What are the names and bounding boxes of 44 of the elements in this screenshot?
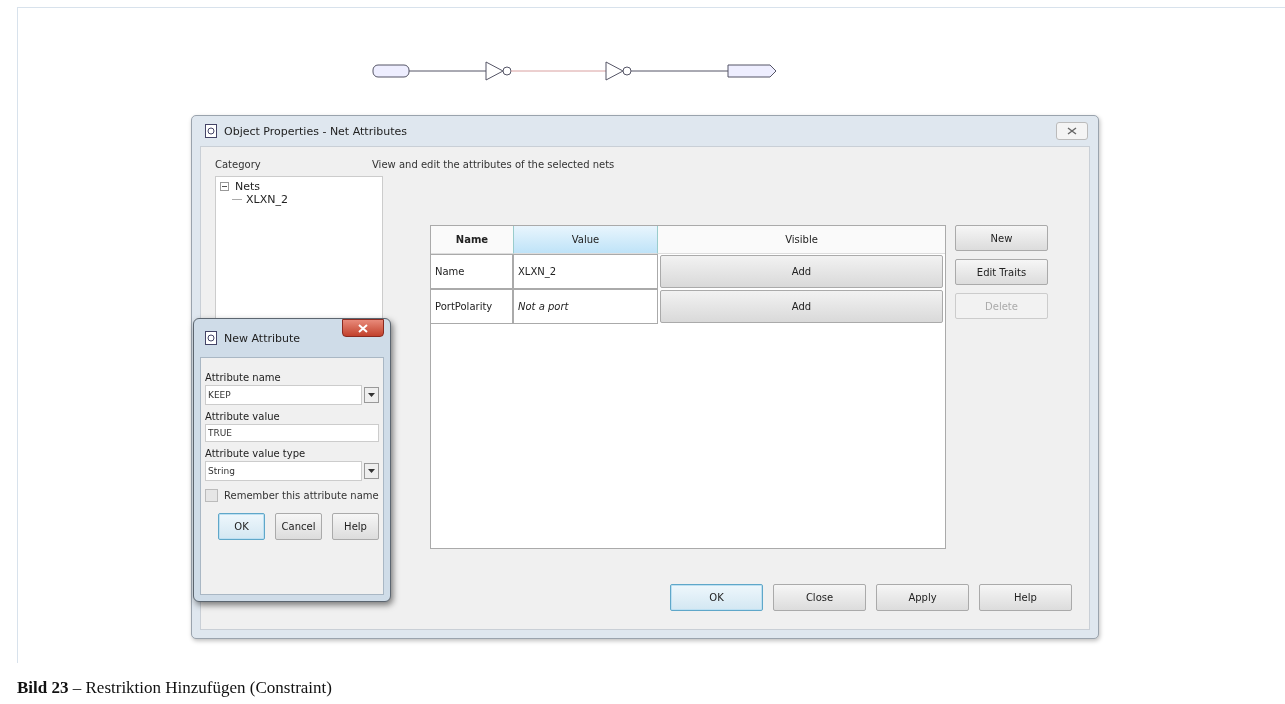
dialog-button[interactable]: Help [332,513,379,540]
add-button[interactable]: Add [660,255,943,288]
window-title: Object Properties - Net Attributes [224,124,407,138]
checkbox[interactable] [205,489,218,502]
checkbox-label[interactable]: Remember this attribute name [224,490,379,501]
tree-item[interactable]: XLXN_2 [246,193,288,206]
caret-icon [368,393,375,397]
tree-item[interactable]: Nets [235,180,261,193]
close-button[interactable] [342,319,384,337]
field-label: Attribute name [205,372,282,383]
field-label: Attribute value [205,411,281,422]
description-text: View and edit the attributes of the selected nets [372,159,615,170]
input-field[interactable]: TRUE [205,424,379,442]
dialog-button[interactable]: Apply [876,584,969,611]
dropdown-field[interactable]: KEEP [205,385,362,405]
document-icon [204,124,218,138]
side-button[interactable]: Edit Traits [955,259,1048,285]
close-icon [358,323,368,333]
column-header[interactable]: Name [431,226,513,254]
column-header[interactable]: Value [513,226,658,254]
table-cell: Name [431,254,513,289]
dialog-button[interactable]: Close [773,584,866,611]
side-button[interactable]: New [955,225,1048,251]
dropdown-field[interactable]: String [205,461,362,481]
table-cell: Not a port [513,289,658,324]
dialog-button[interactable]: Cancel [275,513,323,540]
category-label: Category [215,159,261,170]
dialog-button[interactable]: OK [218,513,266,540]
dialog-button[interactable]: Help [979,584,1072,611]
close-icon [1067,127,1077,135]
caret-icon [368,469,375,473]
table-cell: PortPolarity [431,289,513,324]
figure-caption: Bild 23 – Restriktion Hinzufügen (Constraint) [17,678,332,698]
dropdown-button[interactable] [364,463,379,479]
dialog-button[interactable]: OK [670,584,763,611]
add-button[interactable]: Add [660,290,943,323]
close-button[interactable] [1056,122,1088,140]
column-header[interactable]: Visible [658,226,945,254]
window-title: New Attribute [224,331,301,345]
field-label: Attribute value type [205,448,307,459]
document-icon [204,331,218,345]
dropdown-button[interactable] [364,387,379,403]
table-cell: XLXN_2 [513,254,658,289]
collapse-icon[interactable] [220,181,230,192]
